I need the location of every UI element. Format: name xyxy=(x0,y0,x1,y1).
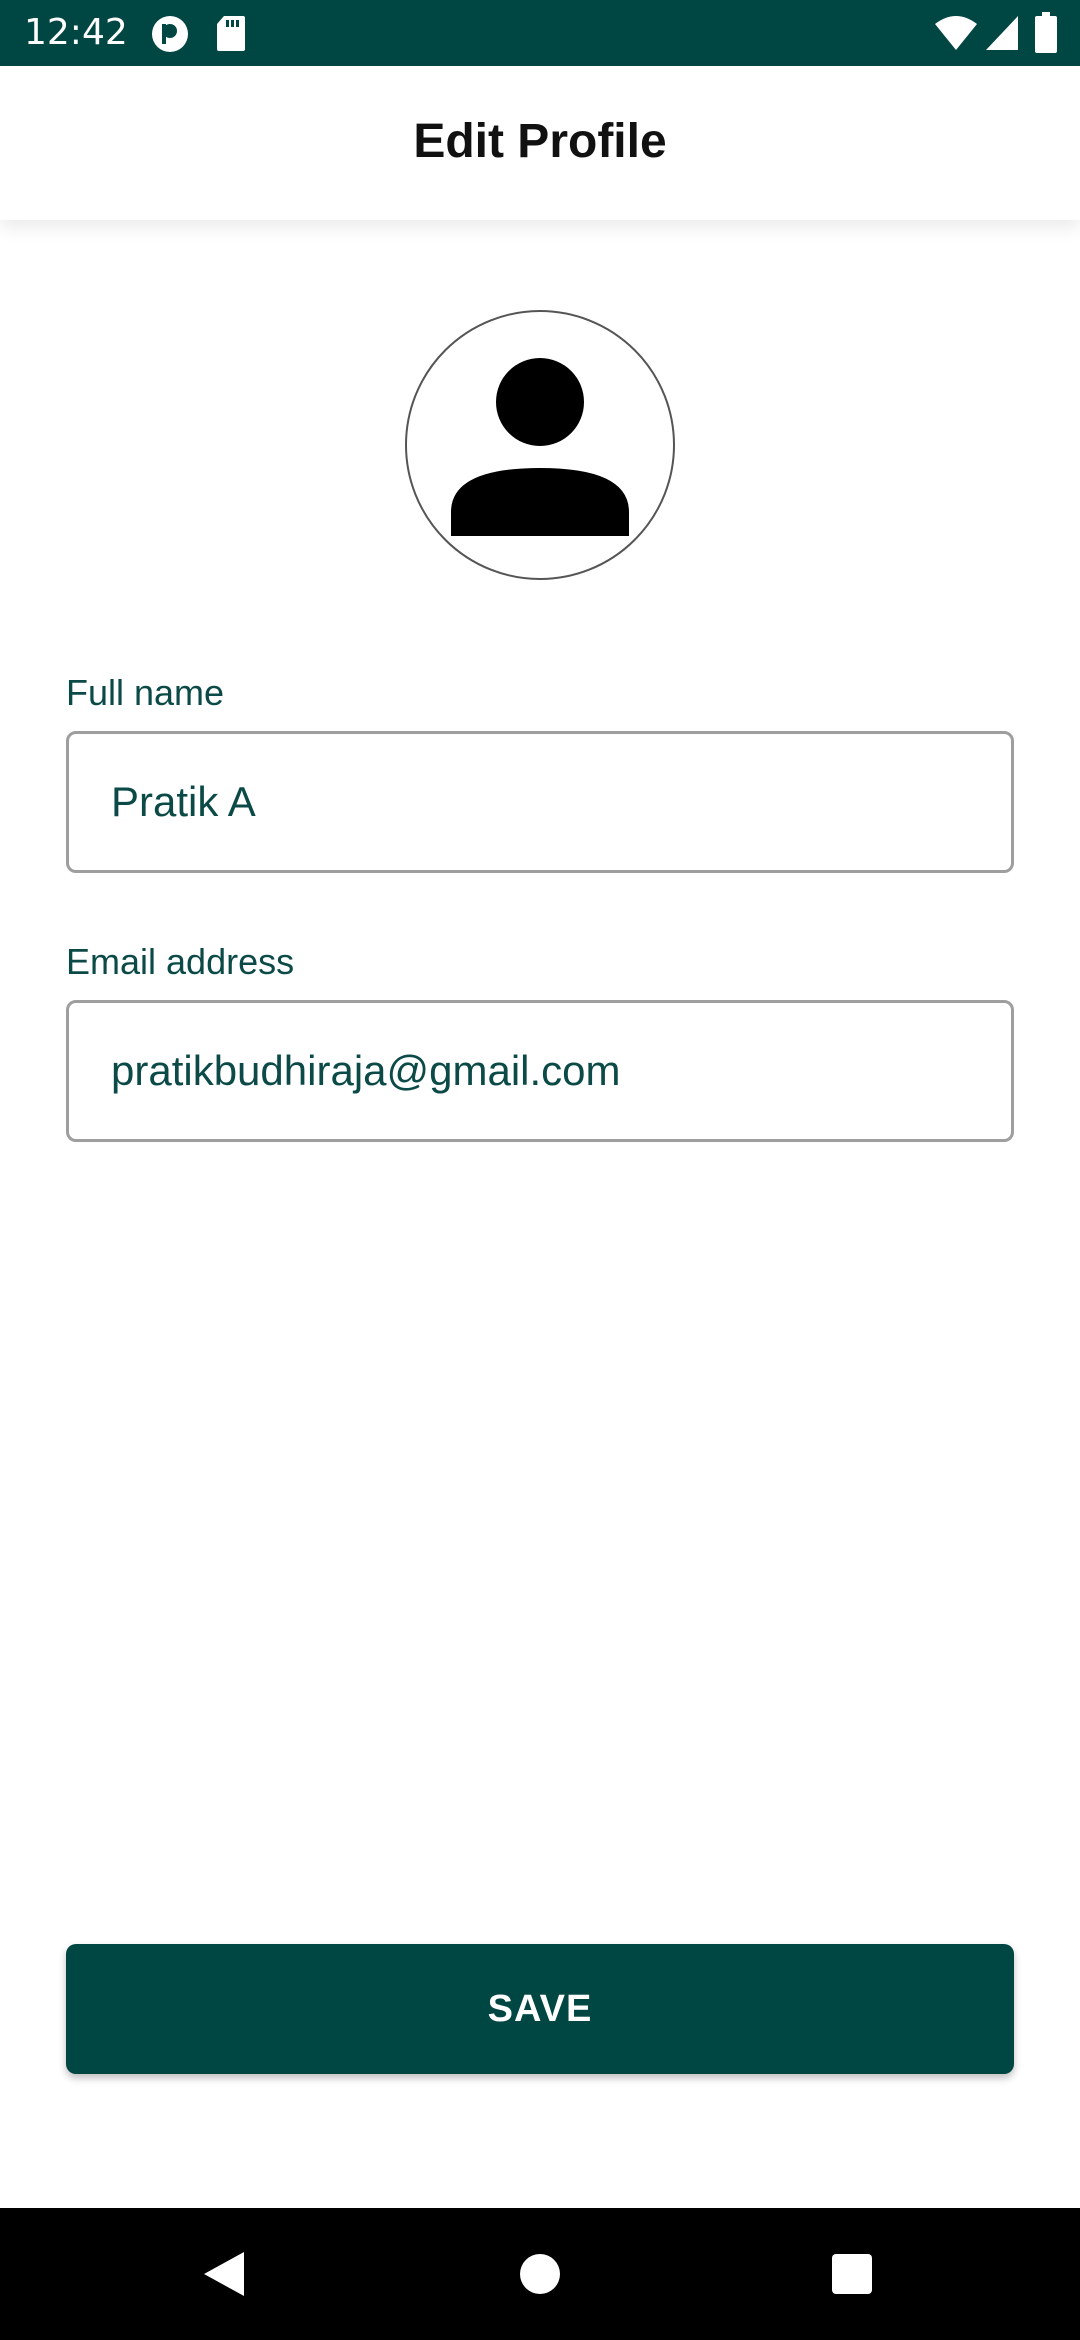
email-input[interactable] xyxy=(66,1000,1014,1142)
status-time: 12:42 xyxy=(24,12,128,53)
sd-card-icon xyxy=(217,16,245,51)
page-title: Edit Profile xyxy=(413,115,667,168)
email-label: Email address xyxy=(66,941,295,982)
full-name-label: Full name xyxy=(66,672,225,713)
person-icon xyxy=(451,358,629,536)
edit-profile-screen: 12:42 Edit Profile Full name Pratik A Em… xyxy=(0,0,1080,2340)
battery-icon xyxy=(1035,12,1057,53)
avatar[interactable] xyxy=(405,310,675,580)
app-notification-icon xyxy=(152,16,188,52)
save-button[interactable]: SAVE xyxy=(66,1944,1014,2074)
wifi-icon xyxy=(935,16,977,50)
cell-signal-icon xyxy=(986,16,1018,50)
app-bar: Edit Profile xyxy=(0,66,1080,220)
status-bar: 12:42 xyxy=(0,0,1080,66)
full-name-input[interactable] xyxy=(66,731,1014,873)
recents-icon[interactable] xyxy=(826,2248,878,2300)
home-icon[interactable] xyxy=(514,2248,566,2300)
back-icon[interactable] xyxy=(198,2248,250,2300)
navigation-bar xyxy=(0,2208,1080,2340)
